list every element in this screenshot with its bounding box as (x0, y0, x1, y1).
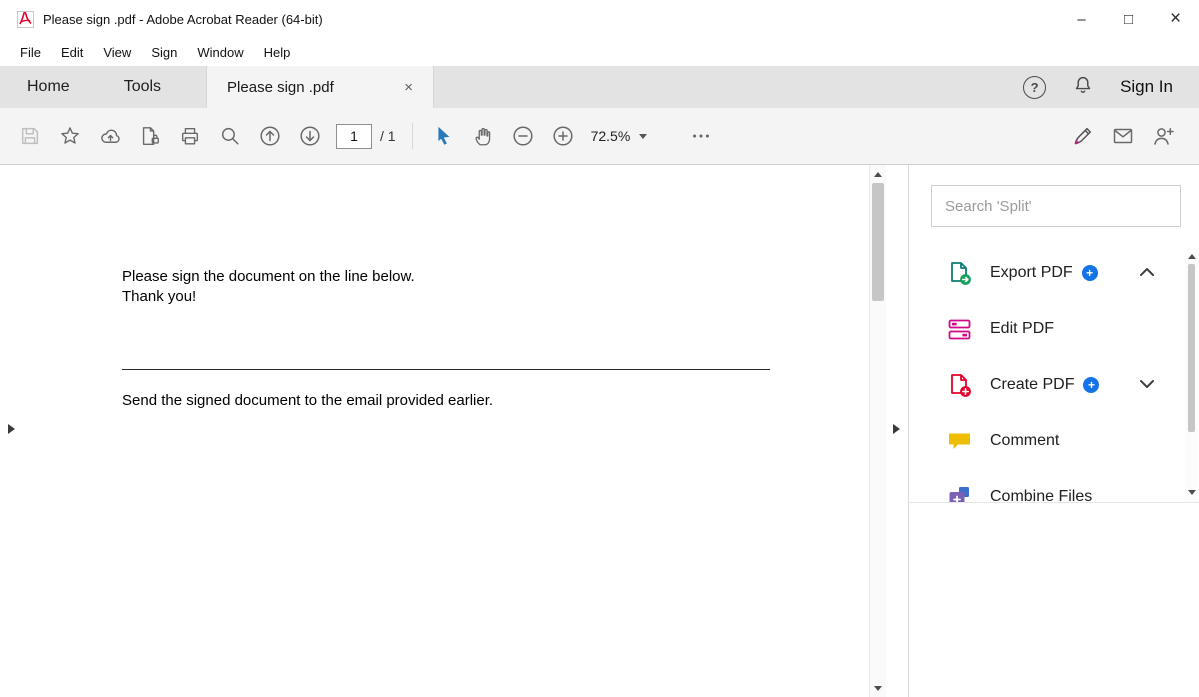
tool-create-pdf[interactable]: Create PDF + (909, 357, 1199, 413)
tools-panel-scrollbar[interactable] (1185, 248, 1198, 500)
tab-home[interactable]: Home (0, 66, 97, 108)
help-icon[interactable]: ? (1023, 76, 1046, 99)
document-lock-button[interactable] (130, 116, 170, 156)
more-tools-button[interactable] (681, 116, 721, 156)
tab-document[interactable]: Please sign .pdf × (206, 66, 434, 108)
tools-list: Export PDF + Edit PDF (909, 245, 1199, 503)
tools-search-input[interactable] (931, 185, 1181, 227)
signature-line (122, 369, 770, 370)
document-instruction: Send the signed document to the email pr… (122, 392, 493, 409)
comment-icon (946, 428, 973, 455)
close-button[interactable]: × (1152, 0, 1199, 38)
chevron-down-icon[interactable] (1139, 376, 1155, 394)
tool-edit-pdf[interactable]: Edit PDF (909, 301, 1199, 357)
sign-in-button[interactable]: Sign In (1120, 77, 1173, 97)
hand-tool-button[interactable] (463, 116, 503, 156)
chevron-down-icon (639, 134, 647, 139)
tool-label: Edit PDF (990, 320, 1054, 338)
tool-comment[interactable]: Comment (909, 413, 1199, 469)
star-favorite-button[interactable] (50, 116, 90, 156)
page-count-label: / 1 (380, 128, 396, 144)
open-navigation-pane-icon[interactable] (8, 424, 15, 434)
menu-view[interactable]: View (93, 45, 141, 60)
scroll-down-icon[interactable] (870, 680, 886, 696)
document-scrollbar[interactable] (869, 165, 886, 697)
scroll-up-icon[interactable] (1185, 249, 1198, 263)
menu-window[interactable]: Window (187, 45, 253, 60)
edit-pdf-icon (946, 316, 973, 343)
document-line-1: Please sign the document on the line bel… (122, 267, 415, 287)
next-page-button[interactable] (290, 116, 330, 156)
selection-tool-button[interactable] (423, 116, 463, 156)
combine-files-icon (946, 484, 973, 504)
toolbar-separator (412, 123, 413, 149)
zoom-level-dropdown[interactable]: 72.5% (591, 128, 648, 144)
scrollbar-thumb[interactable] (1188, 264, 1195, 432)
document-page[interactable]: Please sign the document on the line bel… (25, 165, 869, 697)
fill-and-sign-button[interactable] (1063, 116, 1103, 156)
tool-label: Comment (990, 432, 1059, 450)
right-pane-strip (886, 165, 908, 697)
menu-sign[interactable]: Sign (141, 45, 187, 60)
title-bar: Please sign .pdf - Adobe Acrobat Reader … (0, 0, 1199, 38)
tab-tools[interactable]: Tools (97, 66, 188, 108)
main-area: Please sign the document on the line bel… (0, 165, 1199, 697)
document-paragraph: Please sign the document on the line bel… (122, 267, 415, 307)
tools-panel: Export PDF + Edit PDF (908, 165, 1199, 697)
document-tab-label: Please sign .pdf (227, 79, 334, 96)
tab-bar: Home Tools Please sign .pdf × ? Sign In (0, 66, 1199, 108)
minimize-button[interactable]: – (1058, 0, 1105, 38)
send-email-button[interactable] (1103, 116, 1143, 156)
scroll-down-icon[interactable] (1185, 485, 1198, 499)
tab-bar-right: ? Sign In (1023, 66, 1199, 108)
create-pdf-icon (946, 372, 973, 399)
zoom-out-button[interactable] (503, 116, 543, 156)
window-controls: – □ × (1058, 0, 1199, 38)
notifications-bell-icon[interactable] (1072, 74, 1094, 101)
maximize-button[interactable]: □ (1105, 0, 1152, 38)
scrollbar-thumb[interactable] (872, 183, 884, 301)
menu-help[interactable]: Help (254, 45, 301, 60)
page-navigation: / 1 (336, 124, 396, 149)
collapse-tools-pane-icon[interactable] (893, 424, 900, 434)
tool-export-pdf[interactable]: Export PDF + (909, 245, 1199, 301)
document-line-2: Thank you! (122, 287, 415, 307)
menu-file[interactable]: File (10, 45, 51, 60)
left-pane-strip (0, 165, 25, 697)
zoom-in-button[interactable] (543, 116, 583, 156)
chevron-up-icon[interactable] (1139, 264, 1155, 282)
toolbar-right-group (1063, 116, 1189, 156)
menu-edit[interactable]: Edit (51, 45, 93, 60)
tool-combine-files[interactable]: Combine Files (909, 469, 1199, 503)
document-tab-close-icon[interactable]: × (388, 79, 413, 96)
marquee-zoom-button[interactable] (210, 116, 250, 156)
tool-label: Combine Files (990, 488, 1092, 503)
export-pdf-icon (946, 260, 973, 287)
zoom-level-value: 72.5% (591, 128, 631, 144)
toolbar: / 1 72.5% (0, 108, 1199, 165)
previous-page-button[interactable] (250, 116, 290, 156)
save-button[interactable] (10, 116, 50, 156)
tool-label: Create PDF (990, 376, 1074, 394)
print-button[interactable] (170, 116, 210, 156)
cloud-upload-button[interactable] (90, 116, 130, 156)
menu-bar: File Edit View Sign Window Help (0, 38, 1199, 66)
tool-label: Export PDF (990, 264, 1073, 282)
scroll-up-icon[interactable] (870, 166, 886, 182)
addon-plus-badge: + (1083, 377, 1099, 393)
share-person-add-button[interactable] (1143, 116, 1183, 156)
page-number-input[interactable] (336, 124, 372, 149)
window-title: Please sign .pdf - Adobe Acrobat Reader … (43, 12, 323, 27)
acrobat-app-icon (17, 11, 34, 28)
addon-plus-badge: + (1082, 265, 1098, 281)
